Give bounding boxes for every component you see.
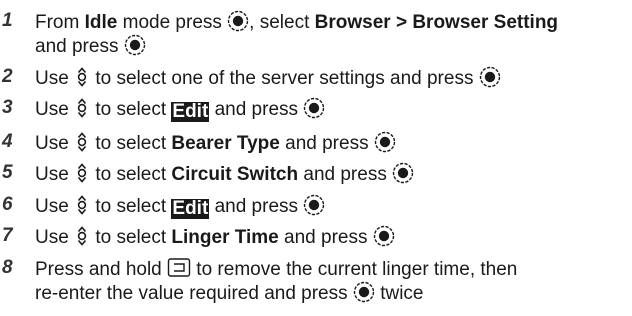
- step-number: 3: [2, 97, 13, 118]
- navigation-key-icon: [74, 97, 90, 119]
- softkey-edit-label: Edit: [171, 101, 210, 122]
- step-text: Use to select one of the server settings…: [35, 66, 628, 90]
- option-bearer-type: Bearer Type: [171, 133, 280, 154]
- select-key-icon: [124, 34, 146, 56]
- navigation-key-icon: [74, 194, 90, 216]
- navigation-key-icon: [74, 66, 90, 88]
- navigation-key-icon: [74, 131, 90, 153]
- select-key-icon: [392, 162, 414, 184]
- step-number: 7: [2, 225, 13, 246]
- softkey-edit-label: Edit: [171, 198, 210, 219]
- step-number: 5: [2, 162, 13, 183]
- step-number: 2: [2, 66, 13, 87]
- select-key-icon: [353, 281, 375, 303]
- option-circuit-switch: Circuit Switch: [171, 164, 299, 185]
- step-number: 8: [2, 257, 13, 278]
- clear-key-icon: [167, 257, 191, 279]
- select-key-icon: [303, 194, 325, 216]
- navigation-key-icon: [74, 225, 90, 247]
- select-key-icon: [373, 225, 395, 247]
- step-text: Press and hold to remove the current lin…: [35, 257, 518, 280]
- step-text: Use to select Edit and press: [35, 194, 628, 219]
- instruction-steps: 1 From Idle mode press , select Browser …: [0, 0, 632, 316]
- step-text: Use to select Circuit Switch and press: [35, 162, 628, 186]
- select-key-icon: [227, 10, 249, 32]
- step-number: 1: [2, 10, 13, 31]
- select-key-icon: [303, 97, 325, 119]
- step-number: 4: [2, 131, 13, 152]
- step-text: and press: [35, 34, 628, 58]
- step-text: Use to select Bearer Type and press: [35, 131, 628, 155]
- step-number: 6: [2, 194, 13, 215]
- option-linger-time: Linger Time: [171, 227, 279, 248]
- step-text: Use to select Linger Time and press: [35, 225, 628, 249]
- select-key-icon: [374, 131, 396, 153]
- step-text: Use to select Edit and press: [35, 97, 628, 122]
- step-text: From Idle mode press , select Browser > …: [35, 10, 559, 33]
- step-text: re-enter the value required and press tw…: [35, 281, 424, 304]
- menu-name-idle: Idle: [84, 12, 118, 33]
- menu-path-browser-setting: Browser > Browser Setting: [314, 12, 559, 33]
- select-key-icon: [479, 66, 501, 88]
- navigation-key-icon: [74, 162, 90, 184]
